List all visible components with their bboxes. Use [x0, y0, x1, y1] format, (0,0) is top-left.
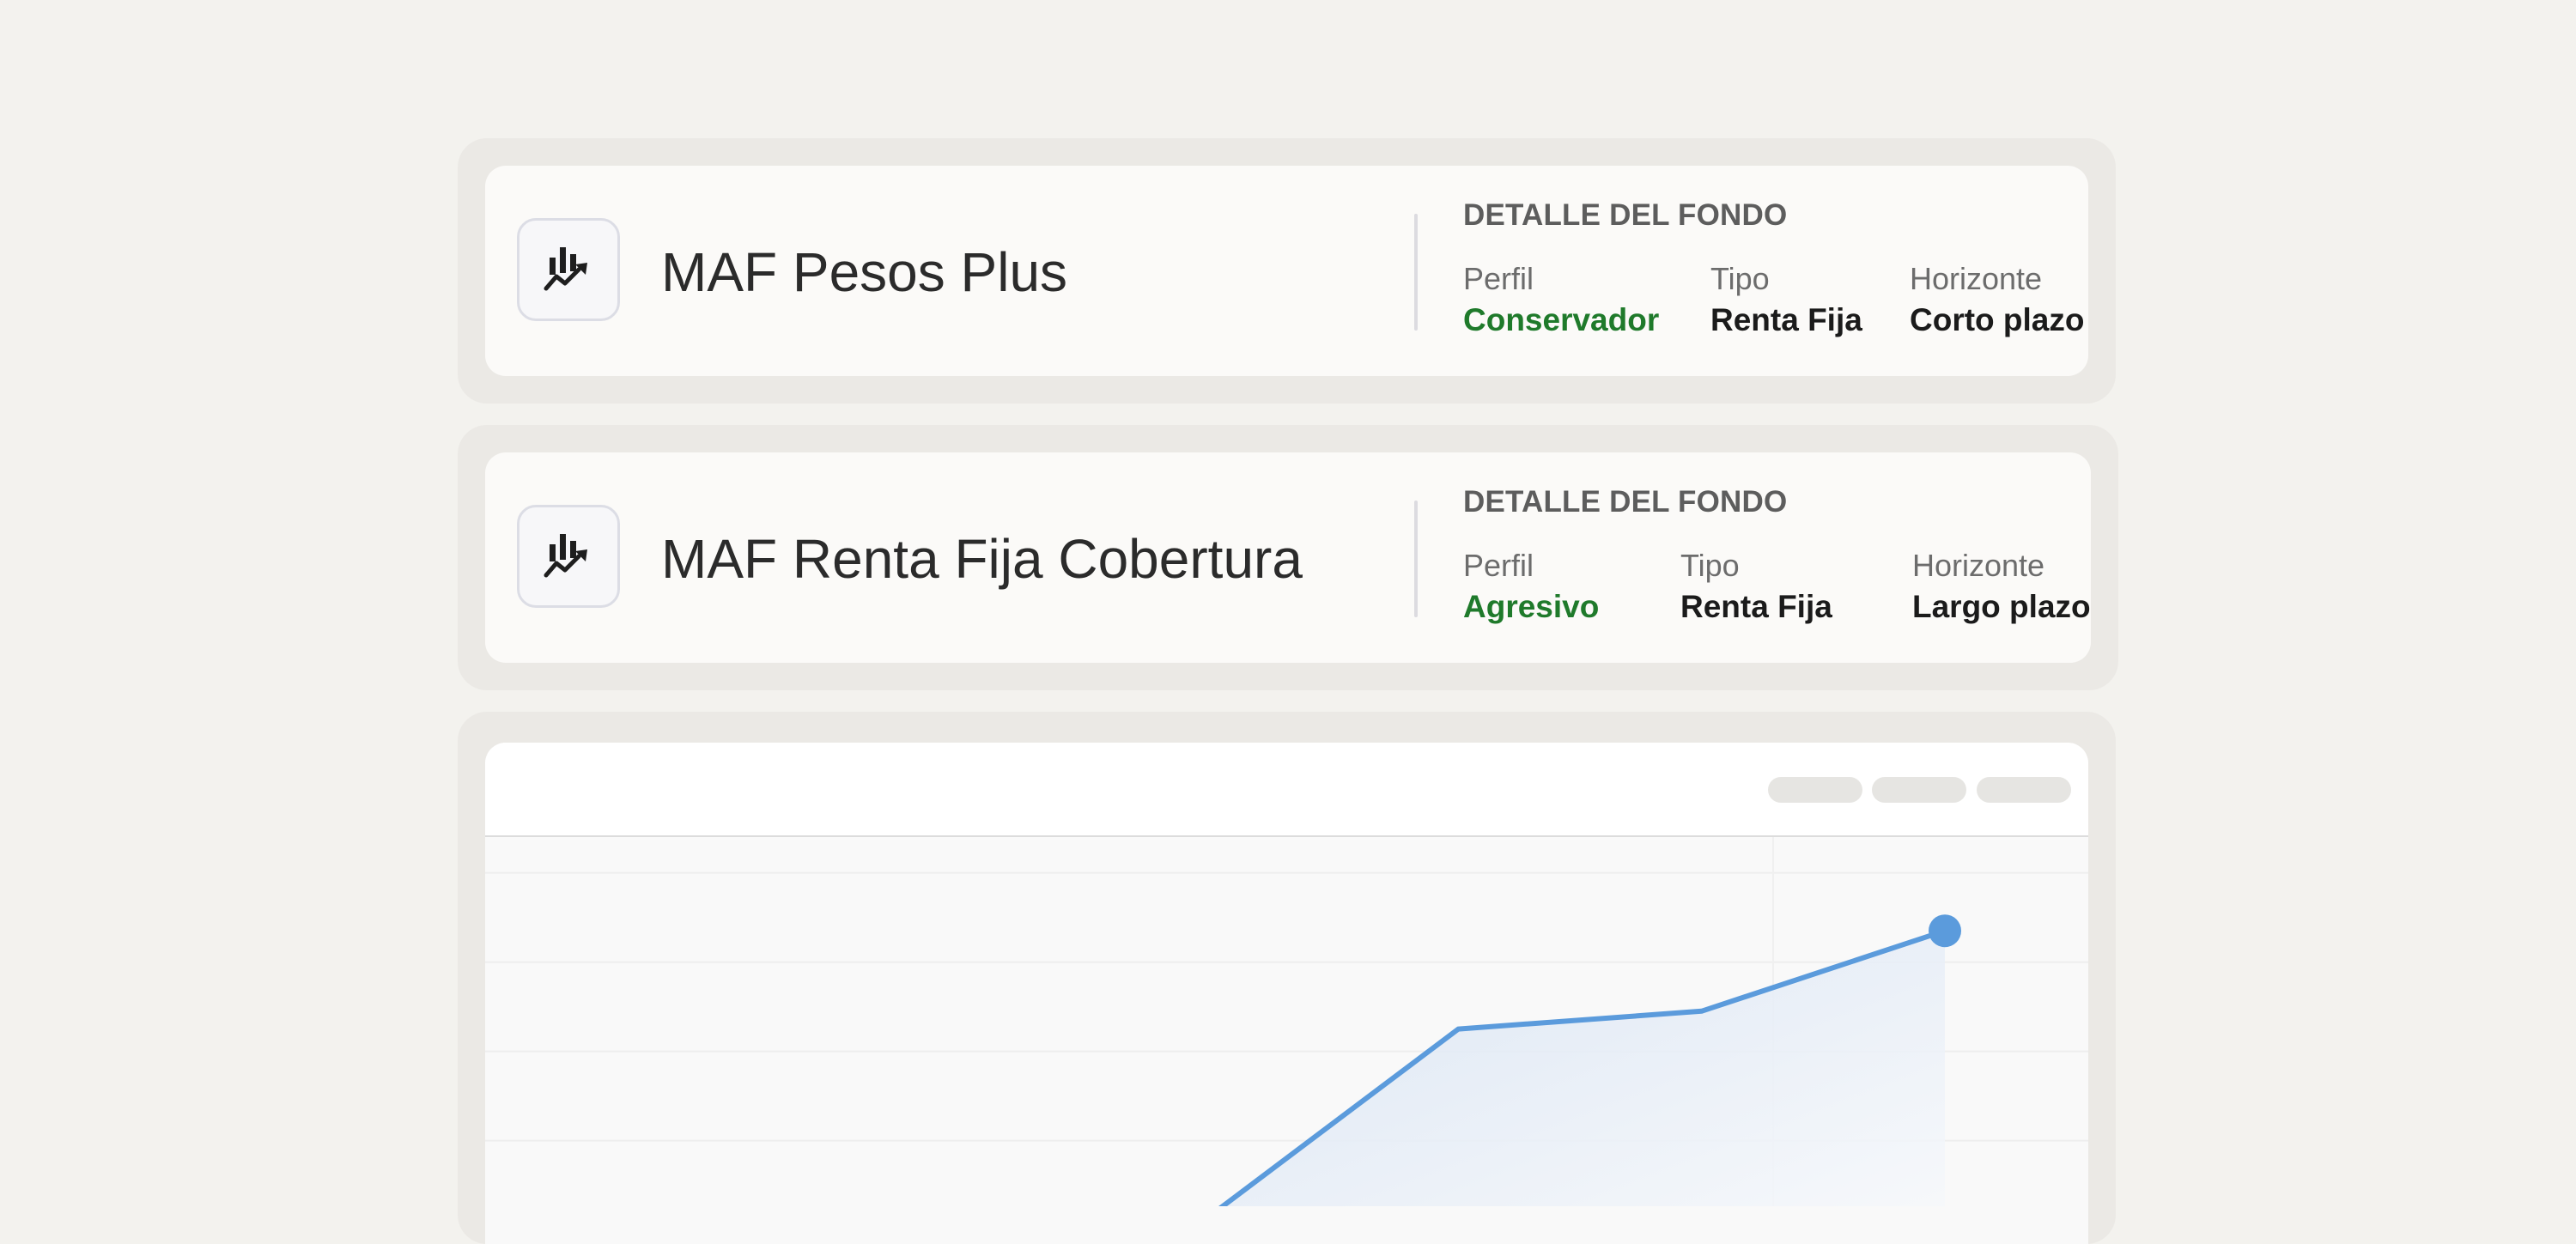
detail-title: DETALLE DEL FONDO [1463, 198, 1788, 232]
chart-trend-icon [544, 247, 587, 291]
chart-trend-icon [544, 534, 587, 578]
profile-detail: Perfil Agresivo [1463, 549, 1599, 626]
profile-value: Conservador [1463, 302, 1660, 337]
horizon-label: Horizonte [1912, 548, 2045, 583]
fund-name: MAF Renta Fija Cobertura [661, 528, 1303, 590]
detail-title: DETALLE DEL FONDO [1463, 485, 1788, 519]
range-button[interactable] [1977, 777, 2071, 803]
fund-icon-box [517, 505, 620, 608]
area-fill [1215, 931, 1945, 1206]
chart-card [458, 712, 2116, 1244]
type-detail: Tipo Renta Fija [1680, 549, 1832, 626]
type-value: Renta Fija [1710, 302, 1862, 337]
profile-label: Perfil [1463, 261, 1534, 296]
divider [1414, 214, 1418, 331]
chart-toolbar [485, 743, 2088, 837]
horizon-detail: Horizonte Largo plazo [1912, 549, 2091, 626]
fund-icon-box [517, 218, 620, 321]
type-label: Tipo [1710, 261, 1770, 296]
profile-value: Agresivo [1463, 589, 1600, 624]
divider [1414, 501, 1418, 617]
fund-name: MAF Pesos Plus [661, 241, 1068, 303]
fund-card-body[interactable]: MAF Renta Fija Cobertura DETALLE DEL FON… [485, 452, 2091, 663]
horizon-label: Horizonte [1910, 261, 2043, 296]
horizon-value: Largo plazo [1912, 589, 2091, 624]
range-button[interactable] [1768, 777, 1862, 803]
chart-panel [485, 743, 2088, 1244]
fund-card: MAF Pesos Plus DETALLE DEL FONDO Perfil … [458, 138, 2116, 404]
type-detail: Tipo Renta Fija [1710, 262, 1862, 339]
horizon-detail: Horizonte Corto plazo [1910, 262, 2084, 339]
range-button[interactable] [1872, 777, 1966, 803]
profile-label: Perfil [1463, 548, 1534, 583]
fund-card: MAF Renta Fija Cobertura DETALLE DEL FON… [458, 425, 2118, 690]
type-label: Tipo [1680, 548, 1740, 583]
end-point [1929, 914, 1961, 948]
type-value: Renta Fija [1680, 589, 1832, 624]
fund-card-body[interactable]: MAF Pesos Plus DETALLE DEL FONDO Perfil … [485, 166, 2088, 376]
line-chart [485, 837, 2088, 1206]
profile-detail: Perfil Conservador [1463, 262, 1659, 339]
horizon-value: Corto plazo [1910, 302, 2085, 337]
